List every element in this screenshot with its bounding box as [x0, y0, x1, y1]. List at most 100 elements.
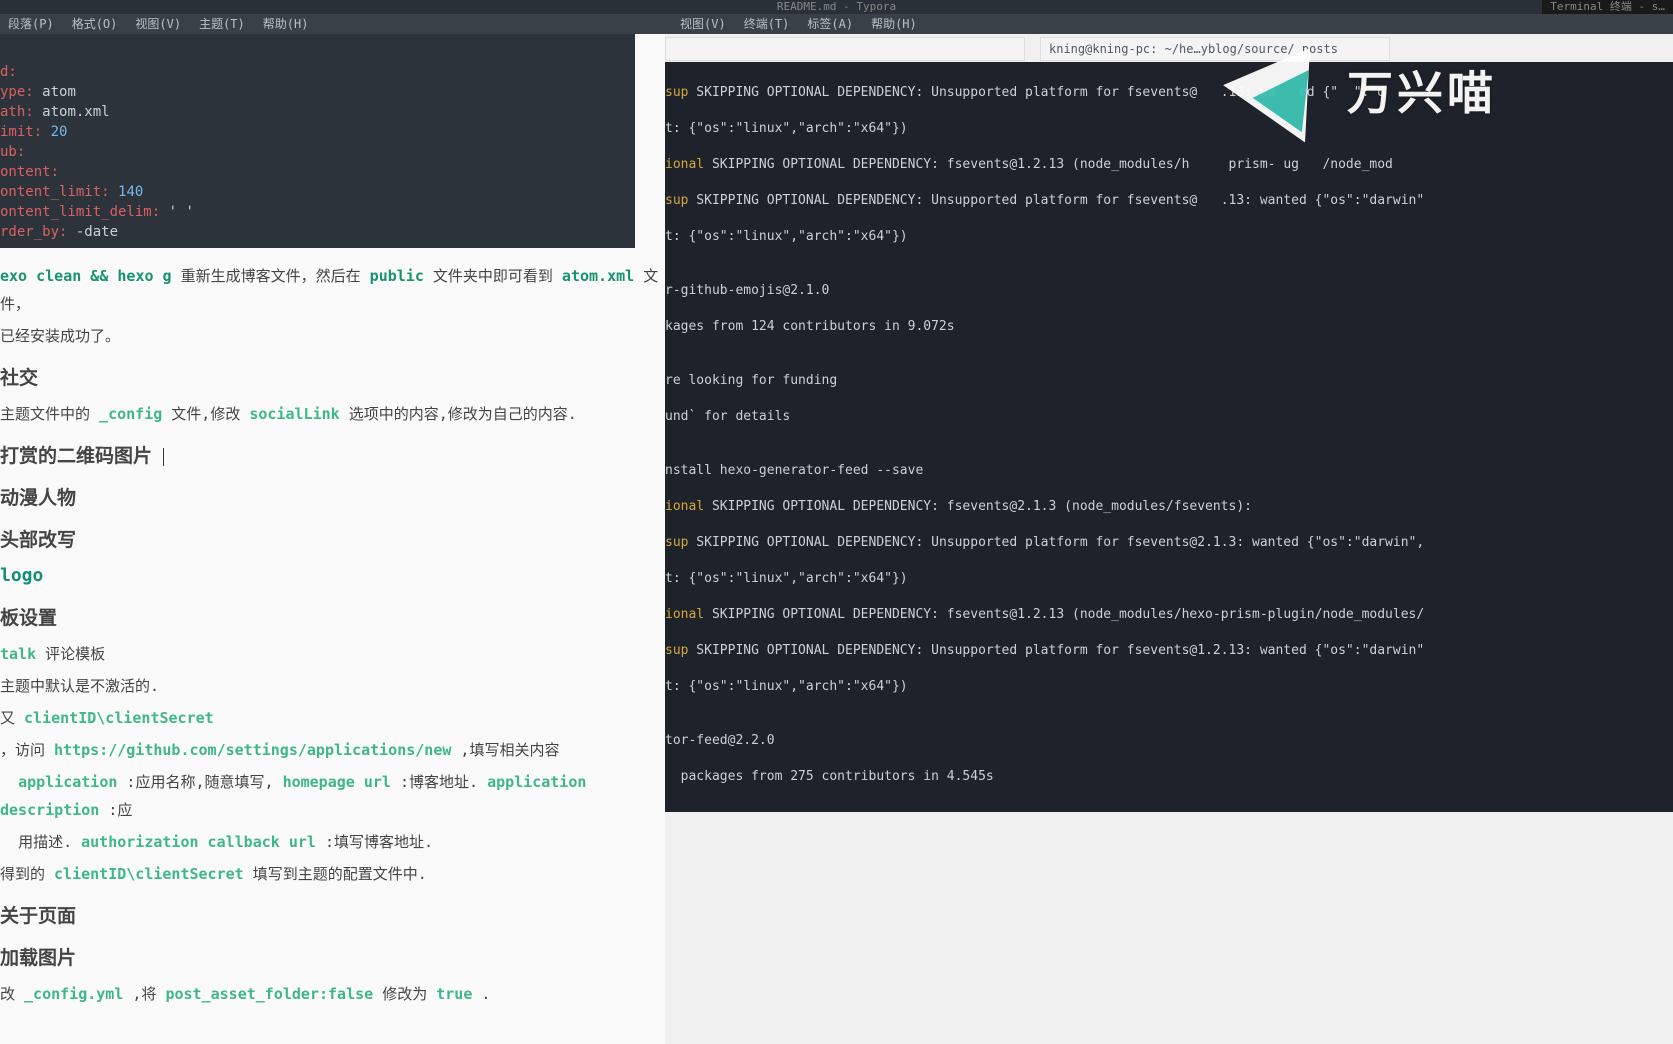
text-cursor	[163, 448, 164, 466]
term-line-14: SKIPPING OPTIONAL DEPENDENCY: fsevents@2…	[704, 499, 1252, 514]
term-line-5: t: {"os":"linux","arch":"x64"})	[665, 229, 908, 244]
yaml-val-content-limit: 140	[118, 184, 143, 200]
text-10c: 修改为	[373, 985, 436, 1003]
code-github-url: https://github.com/settings/applications…	[54, 741, 451, 759]
term-tag-optional-2: ional	[665, 499, 704, 514]
text-3a: 主题文件中的	[0, 405, 99, 423]
yaml-key-order-by: rder_by:	[0, 224, 67, 240]
code-application: application	[18, 773, 117, 791]
menu-view-r[interactable]: 视图(V)	[680, 14, 726, 34]
menu-terminal-r[interactable]: 终端(T)	[744, 14, 790, 34]
code-hexo-clean: exo clean && hexo g	[0, 267, 172, 285]
document-body[interactable]: exo clean && hexo g 重新生成博客文件，然后在 public …	[0, 262, 665, 1008]
menu-paragraph[interactable]: 段落(P)	[8, 14, 54, 34]
code-social-link: socialLink	[249, 405, 339, 423]
heading-header-mod: 头部改写	[0, 526, 665, 554]
menu-format[interactable]: 格式(O)	[72, 14, 118, 34]
yaml-val-path: atom.xml	[42, 104, 109, 120]
address-bar-right[interactable]: kning@kning-pc: ~/he…yblog/source/_posts	[1040, 37, 1390, 61]
term-line-19: t: {"os":"linux","arch":"x64"})	[665, 679, 908, 694]
text-8a: 用描述.	[18, 833, 81, 851]
yaml-key-hub: ub:	[0, 144, 25, 160]
heading-about: 关于页面	[0, 902, 665, 930]
yaml-key-content-limit: ontent_limit:	[0, 184, 110, 200]
term-tag-notsup-4: sup	[665, 643, 688, 658]
text-install-ok: 已经安装成功了。	[0, 327, 120, 345]
text-inactive: 主题中默认是不激活的.	[0, 677, 159, 695]
menu-help-r[interactable]: 帮助(H)	[871, 14, 917, 34]
menu-help[interactable]: 帮助(H)	[263, 14, 309, 34]
text-9a: 得到的	[0, 865, 54, 883]
term-tag-optional-3: ional	[665, 607, 704, 622]
term-line-16: t: {"os":"linux","arch":"x64"})	[665, 571, 908, 586]
term-line-18: SKIPPING OPTIONAL DEPENDENCY: Unsupporte…	[688, 643, 1424, 658]
text-8b: :填写博客地址.	[316, 833, 433, 851]
yaml-key-limit: imit:	[0, 124, 42, 140]
text-6b: ,填写相关内容	[451, 741, 559, 759]
heading-board: 板设置	[0, 604, 665, 632]
text-3b: 文件,修改	[162, 405, 249, 423]
term-line-21: tor-feed@2.2.0	[665, 733, 775, 748]
yaml-val-type: atom	[42, 84, 76, 100]
term-tag-notsup-1: sup	[665, 85, 688, 100]
text-9b: 填写到主题的配置文件中.	[244, 865, 427, 883]
term-line-2: t: {"os":"linux","arch":"x64"})	[665, 121, 908, 136]
term-line-3: SKIPPING OPTIONAL DEPENDENCY: fsevents@1…	[704, 157, 1393, 172]
term-line-13: nstall hexo-generator-feed --save	[665, 463, 923, 478]
term-line-22: packages from 275 contributors in 4.545s	[665, 769, 994, 784]
heading-reward-qr: 打赏的二维码图片	[0, 445, 152, 467]
code-homepage-url: homepage url	[283, 773, 391, 791]
terminal-title-bar: Terminal 终端 - s…	[1542, 0, 1673, 14]
heading-social: 社交	[0, 364, 665, 392]
text-10a: 改	[0, 985, 24, 1003]
term-line-17: SKIPPING OPTIONAL DEPENDENCY: fsevents@1…	[704, 607, 1424, 622]
text-6a: ，访问	[0, 741, 54, 759]
code-client-id: clientID\clientSecret	[24, 709, 214, 727]
menu-tab-r[interactable]: 标签(A)	[807, 14, 853, 34]
term-line-8: kages from 124 contributors in 9.072s	[665, 319, 955, 334]
code-public: public	[370, 267, 424, 285]
typora-editor[interactable]: d: ype: atom ath: atom.xml imit: 20 ub: …	[0, 34, 665, 1044]
address-bar-left[interactable]	[665, 37, 1025, 61]
yaml-key-path: ath:	[0, 104, 34, 120]
text-dot: .	[472, 985, 490, 1003]
menu-view[interactable]: 视图(V)	[135, 14, 181, 34]
term-tag-optional-1: ional	[665, 157, 704, 172]
yaml-front-matter: d: ype: atom ath: atom.xml imit: 20 ub: …	[0, 34, 635, 248]
yaml-val-content-limit-delim: ' '	[169, 204, 194, 220]
yaml-val-order-by: -date	[76, 224, 118, 240]
term-line-15: SKIPPING OPTIONAL DEPENDENCY: Unsupporte…	[688, 535, 1424, 550]
yaml-key-content-limit-delim: ontent_limit_delim:	[0, 204, 160, 220]
typora-menu: 段落(P) 格式(O) 视图(V) 主题(T) 帮助(H)	[0, 14, 308, 34]
code-config-yml: _config.yml	[24, 985, 123, 1003]
terminal-output[interactable]: sup SKIPPING OPTIONAL DEPENDENCY: Unsupp…	[665, 62, 1673, 812]
heading-load-image: 加载图片	[0, 944, 665, 972]
yaml-key-d: d:	[0, 64, 17, 80]
text-talk: 评论模板	[36, 645, 105, 663]
terminal-menu: 视图(V) 终端(T) 标签(A) 帮助(H)	[680, 14, 917, 34]
code-client-id2: clientID\clientSecret	[54, 865, 244, 883]
heading-logo: logo	[0, 562, 665, 590]
term-line-11: und` for details	[665, 409, 790, 424]
text-7a: :应用名称,随意填写,	[117, 773, 282, 791]
term-line-10: re looking for funding	[665, 373, 837, 388]
term-line-7: r-github-emojis@2.1.0	[665, 283, 829, 298]
code-true: true	[436, 985, 472, 1003]
code-config: _config	[99, 405, 162, 423]
text-3c: 选项中的内容,修改为自己的内容.	[340, 405, 577, 423]
heading-anime: 动漫人物	[0, 484, 665, 512]
text-10b: ,将	[123, 985, 165, 1003]
term-tag-notsup-3: sup	[665, 535, 688, 550]
yaml-key-content: ontent:	[0, 164, 59, 180]
term-line-4: SKIPPING OPTIONAL DEPENDENCY: Unsupporte…	[688, 193, 1424, 208]
code-post-asset-folder: post_asset_folder:false	[165, 985, 373, 1003]
text-regen-b: 文件夹中即可看到	[424, 267, 562, 285]
text-7c: :应	[99, 801, 132, 819]
yaml-key-type: ype:	[0, 84, 34, 100]
menu-theme[interactable]: 主题(T)	[199, 14, 245, 34]
code-talk: talk	[0, 645, 36, 663]
menu-bar: 段落(P) 格式(O) 视图(V) 主题(T) 帮助(H) 视图(V) 终端(T…	[0, 14, 1673, 34]
text-regen-a: 重新生成博客文件，然后在	[172, 267, 370, 285]
text-5a: 又	[0, 709, 24, 727]
term-tag-notsup-2: sup	[665, 193, 688, 208]
